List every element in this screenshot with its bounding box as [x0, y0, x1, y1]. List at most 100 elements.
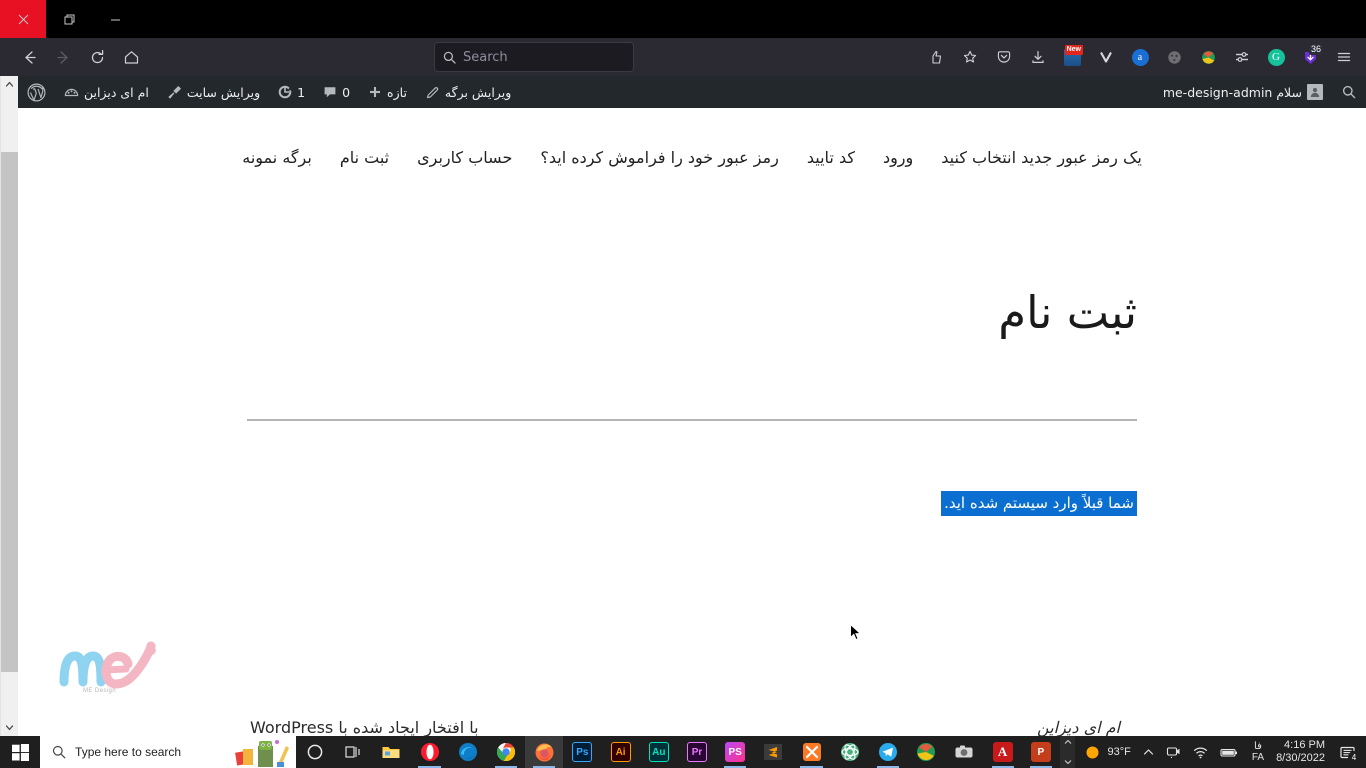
chevron-up-icon — [1143, 748, 1153, 755]
page-scrollbar[interactable] — [0, 76, 18, 736]
pocket-save-icon[interactable] — [920, 42, 952, 72]
taskbar-premiere[interactable]: Pr — [678, 736, 716, 768]
adminbar-updates[interactable]: 1 — [269, 76, 314, 108]
adminbar-right-group: ویرایش برگه تازه 0 1 ویرایش سایت ام ای د… — [18, 76, 520, 108]
adminbar-site-name[interactable]: ام ای دیزاین — [55, 76, 158, 108]
grammarly-extension-icon[interactable]: G — [1260, 42, 1292, 72]
nav-login[interactable]: ورود — [883, 148, 913, 167]
taskbar-edge[interactable] — [449, 736, 487, 768]
plus-icon — [368, 85, 382, 99]
taskbar-search-box[interactable]: Type here to search — [40, 736, 296, 768]
taskbar-audition[interactable]: Au — [640, 736, 678, 768]
search-placeholder-text: Search — [463, 49, 508, 65]
page-title: ثبت نام — [998, 286, 1137, 339]
pencil-icon — [425, 85, 440, 100]
taskbar-powerpoint[interactable]: P — [1022, 736, 1060, 768]
proxy-extension-icon[interactable] — [1226, 42, 1258, 72]
window-minimize-button[interactable] — [92, 0, 138, 38]
downloads-icon[interactable] — [1022, 42, 1054, 72]
window-title-bar — [0, 0, 1366, 38]
vimeo-extension-icon[interactable] — [1090, 42, 1122, 72]
adminbar-comments[interactable]: 0 — [314, 76, 359, 108]
bookmark-star-icon[interactable] — [954, 42, 986, 72]
nav-register[interactable]: ثبت نام — [340, 148, 389, 167]
adblock-extension-icon[interactable]: a — [1124, 42, 1156, 72]
taskbar-sublime[interactable] — [754, 736, 792, 768]
tray-weather[interactable]: 93°F — [1075, 736, 1136, 768]
adminbar-search-icon[interactable] — [1332, 76, 1366, 108]
taskbar-chrome[interactable] — [487, 736, 525, 768]
download-manager-icon[interactable]: 36 — [1294, 42, 1326, 72]
nav-forgot-password[interactable]: رمز عبور خود را فراموش کرده اید؟ — [540, 148, 779, 167]
site-navigation: یک رمز عبور جدید انتخاب کنید ورود کد تای… — [18, 108, 1366, 185]
taskbar-atom[interactable] — [831, 736, 869, 768]
taskbar-photoshop[interactable]: Ps — [563, 736, 601, 768]
app-menu-icon[interactable] — [1328, 42, 1360, 72]
pocket-icon[interactable] — [988, 42, 1020, 72]
task-view-button[interactable] — [334, 736, 372, 768]
taskbar-file-explorer[interactable] — [372, 736, 410, 768]
nav-verification-code[interactable]: کد تایید — [807, 148, 855, 167]
toolbar-icon-group: New a G 36 — [920, 42, 1360, 72]
taskbar-overflow-scroll[interactable] — [1059, 736, 1076, 768]
tray-lang-code: FA — [1251, 752, 1265, 763]
adminbar-my-account[interactable]: سلام me-design-admin — [1154, 76, 1332, 108]
reload-button[interactable] — [80, 42, 114, 72]
tray-lang-native: فا — [1254, 741, 1262, 752]
adminbar-left-group: سلام me-design-admin — [1154, 76, 1366, 108]
idm-extension-icon[interactable] — [1192, 42, 1224, 72]
urlbar-area: Search — [148, 42, 920, 72]
cookie-extension-icon[interactable] — [1158, 42, 1190, 72]
adminbar-new-content[interactable]: تازه — [359, 76, 416, 108]
window-close-button[interactable] — [0, 0, 46, 38]
tray-show-hidden-icons[interactable] — [1137, 736, 1160, 768]
scrollbar-thumb[interactable] — [1, 152, 18, 672]
adminbar-customize[interactable]: ویرایش سایت — [158, 76, 269, 108]
taskbar-illustrator[interactable]: Ai — [601, 736, 639, 768]
taskbar-acrobat[interactable]: A — [984, 736, 1022, 768]
footer-credits[interactable]: با افتخار ایجاد شده با WordPress — [250, 718, 479, 736]
home-button[interactable] — [114, 42, 148, 72]
scrollbar-up-arrow[interactable] — [1, 76, 18, 93]
avatar — [1307, 84, 1323, 100]
tray-screen-share-icon[interactable] — [1160, 736, 1187, 768]
tray-wifi-icon[interactable] — [1187, 736, 1214, 768]
nav-account[interactable]: حساب کاربری — [417, 148, 512, 167]
taskbar-search-icon — [52, 745, 66, 759]
window-restore-button[interactable] — [46, 0, 92, 38]
tray-notification-center[interactable]: 4 — [1335, 736, 1364, 768]
taskbar-firefox[interactable] — [525, 736, 564, 768]
browser-toolbar: Search New a G 36 — [0, 38, 1366, 76]
cortana-button[interactable] — [296, 736, 334, 768]
download-count-badge: 36 — [1308, 44, 1323, 55]
tray-battery-icon[interactable] — [1214, 736, 1244, 768]
site-root: یک رمز عبور جدید انتخاب کنید ورود کد تای… — [18, 108, 1366, 736]
taskbar-idm[interactable] — [907, 736, 945, 768]
adminbar-edit-page[interactable]: ویرایش برگه — [416, 76, 520, 108]
adminbar-greeting: سلام me-design-admin — [1162, 84, 1302, 100]
taskbar-camera[interactable] — [945, 736, 983, 768]
tray-language-indicator[interactable]: فا FA — [1244, 736, 1272, 768]
start-button[interactable] — [0, 736, 40, 768]
nav-sample-page[interactable]: برگه نمونه — [242, 148, 312, 167]
taskbar-phpstorm[interactable]: PS — [716, 736, 754, 768]
nav-choose-new-password[interactable]: یک رمز عبور جدید انتخاب کنید — [941, 148, 1142, 167]
updates-icon — [278, 85, 292, 99]
tray-temperature: 93°F — [1107, 746, 1131, 758]
news-extension-icon[interactable]: New — [1056, 42, 1088, 72]
tray-time: 4:16 PM — [1284, 739, 1325, 751]
taskbar-telegram[interactable] — [869, 736, 907, 768]
tray-clock[interactable]: 4:16 PM 8/30/2022 — [1272, 736, 1335, 768]
taskbar-opera[interactable] — [410, 736, 448, 768]
browser-window: Search New a G 36 سلام me-design-admin و… — [0, 0, 1366, 736]
adminbar-wp-logo[interactable] — [18, 76, 55, 108]
search-input[interactable]: Search — [434, 42, 634, 72]
scrollbar-down-arrow[interactable] — [1, 719, 18, 736]
forward-button[interactable] — [46, 42, 80, 72]
taskbar-xampp[interactable] — [792, 736, 830, 768]
back-button[interactable] — [12, 42, 46, 72]
dashboard-icon — [64, 85, 79, 100]
sun-icon — [1086, 746, 1099, 758]
footer-site-name[interactable]: ام ای دیزاین — [1037, 718, 1120, 736]
site-logo[interactable]: ME Design — [56, 634, 168, 696]
